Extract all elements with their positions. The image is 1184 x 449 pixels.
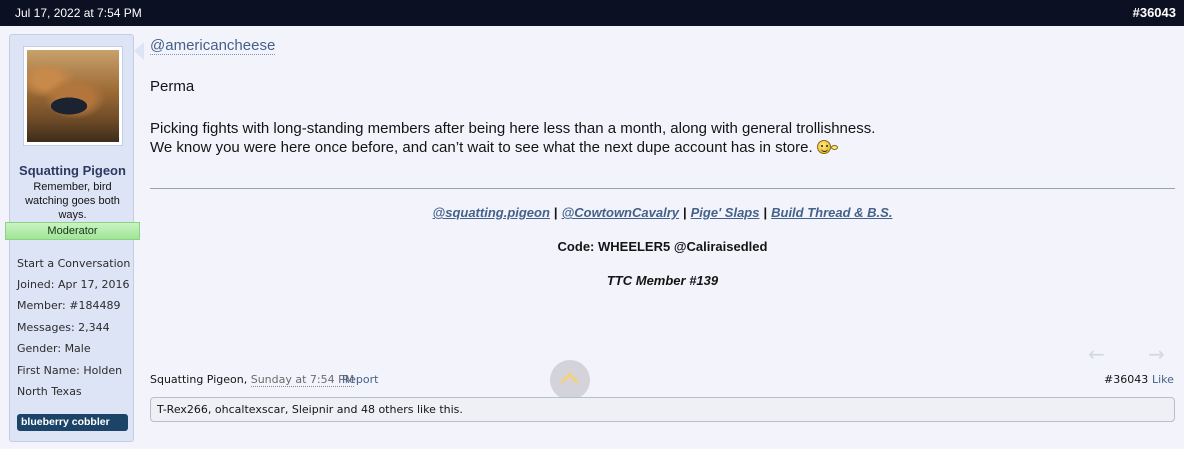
post-line-3-wrap: We know you were here once before, and c… xyxy=(150,138,839,157)
post-line-1: Perma xyxy=(150,78,195,95)
start-conversation-link[interactable]: Start a Conversation xyxy=(17,257,130,270)
signature-links: @squatting.pigeon | @CowtownCavalry | Pige' … xyxy=(150,205,1175,220)
sig-link-pige-slaps[interactable]: Pige' Slaps xyxy=(691,205,760,220)
likes-summary[interactable]: T-Rex266, ohcaltexscar, Sleipnir and 48 … xyxy=(150,397,1175,422)
location-info: North Texas xyxy=(17,385,82,398)
avatar-image xyxy=(27,50,119,142)
sig-separator: | xyxy=(682,205,687,220)
post-date: Jul 17, 2022 at 7:54 PM xyxy=(15,6,142,20)
arrow-left-icon[interactable]: ← xyxy=(1088,344,1108,364)
user-panel-arrow xyxy=(134,42,144,60)
custom-user-badge: blueberry cobbler xyxy=(17,414,128,431)
sig-link-cowtown[interactable]: @CowtownCavalry xyxy=(562,205,679,220)
sig-link-instagram[interactable]: @squatting.pigeon xyxy=(433,205,550,220)
first-name-info: First Name: Holden xyxy=(17,364,123,377)
moderator-badge: Moderator xyxy=(5,222,140,240)
smoking-smiley-icon xyxy=(816,140,839,154)
signature-code: Code: WHEELER5 @Caliraisedled xyxy=(557,239,768,254)
scroll-to-top-button[interactable] xyxy=(550,360,590,400)
post-line-2: Picking fights with long-standing member… xyxy=(150,120,876,137)
footer-author[interactable]: Squatting Pigeon, xyxy=(150,373,247,386)
member-info: Member: #184489 xyxy=(17,299,121,312)
like-button[interactable]: Like xyxy=(1152,373,1174,386)
sig-separator: | xyxy=(553,205,558,220)
mention-link[interactable]: @americancheese xyxy=(150,37,276,55)
signature-member: TTC Member #139 xyxy=(606,273,719,288)
username[interactable]: Squatting Pigeon xyxy=(10,163,135,178)
messages-info: Messages: 2,344 xyxy=(17,321,110,334)
arrow-right-icon[interactable]: → xyxy=(1148,344,1168,364)
report-link[interactable]: Report xyxy=(342,373,378,386)
post-author-footer: Squatting Pigeon, Sunday at 7:54 PM xyxy=(150,373,355,387)
gender-info: Gender: Male xyxy=(17,342,91,355)
signature-divider xyxy=(150,188,1175,189)
sig-link-build-thread[interactable]: Build Thread & B.S. xyxy=(771,205,892,220)
user-title: Remember, bird watching goes both ways. xyxy=(25,181,120,221)
sig-separator: | xyxy=(763,205,768,220)
joined-info: Joined: Apr 17, 2016 xyxy=(17,278,130,291)
footer-time[interactable]: Sunday at 7:54 PM xyxy=(250,373,355,387)
avatar[interactable] xyxy=(23,46,123,146)
post-permalink[interactable]: #36043 xyxy=(1133,5,1176,20)
footer-post-number[interactable]: #36043 xyxy=(1104,373,1148,386)
post-header-bar: Jul 17, 2022 at 7:54 PM #36043 xyxy=(0,0,1184,26)
post-line-3: We know you were here once before, and c… xyxy=(150,139,813,156)
user-info-panel: Squatting Pigeon Remember, bird watching… xyxy=(5,34,140,442)
